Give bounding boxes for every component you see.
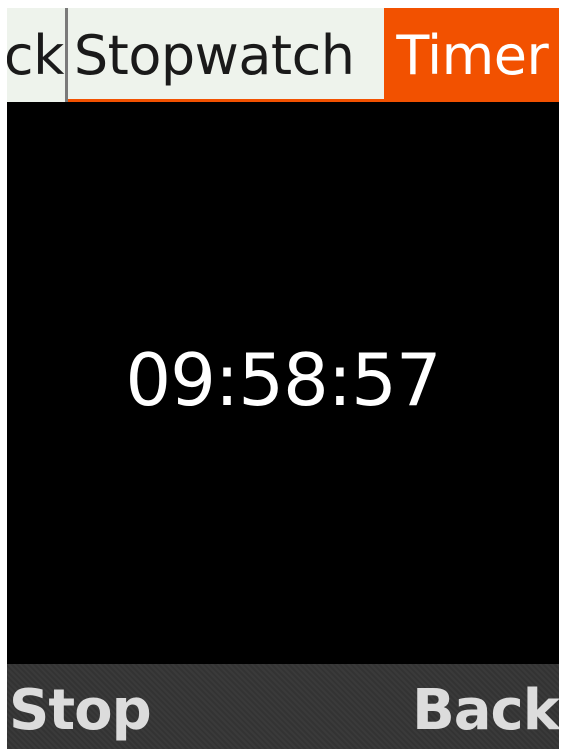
tab-clock-label: ck [7, 23, 64, 87]
timer-display: 09:58:57 [125, 338, 441, 422]
tab-timer[interactable]: Timer [384, 8, 559, 102]
tab-stopwatch-label: Stopwatch [73, 23, 355, 87]
tab-clock[interactable]: ck [7, 8, 65, 102]
back-softkey[interactable]: Back [412, 675, 559, 747]
tab-bar: ck Stopwatch Timer [7, 8, 559, 102]
softkey-bar: Stop Back [7, 664, 559, 749]
screen: ck Stopwatch Timer 09:58:57 Stop Back [7, 8, 559, 749]
stop-softkey[interactable]: Stop [9, 675, 152, 747]
tab-stopwatch[interactable]: Stopwatch [67, 8, 385, 102]
tab-timer-label: Timer [396, 23, 549, 87]
tab-underline [67, 99, 385, 102]
